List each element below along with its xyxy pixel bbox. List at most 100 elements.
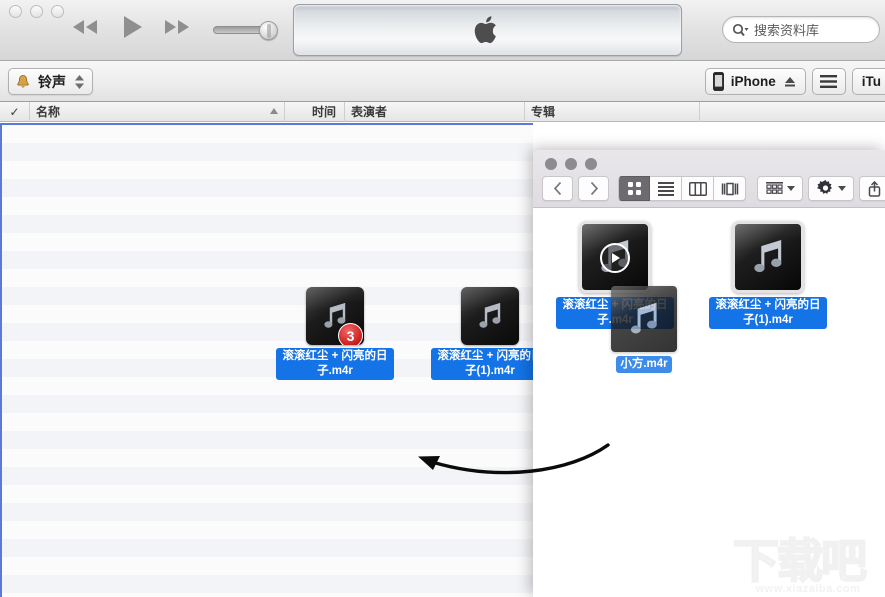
chevron-left-icon [553,181,563,196]
music-file-icon [611,286,677,352]
itunes-titlebar: 搜索资料库 [0,0,885,61]
volume-slider[interactable] [213,22,285,38]
track-list-row[interactable] [2,539,533,557]
finder-titlebar [533,150,885,208]
track-list-row[interactable] [2,179,533,197]
device-button-iphone[interactable]: iPhone [705,68,806,95]
track-list-row[interactable] [2,413,533,431]
back-button[interactable] [542,176,573,201]
music-file-icon [461,287,519,345]
column-header-time[interactable]: 时间 [285,102,345,122]
columns-icon [689,182,707,196]
track-list-row[interactable] [2,125,533,143]
share-icon [867,181,882,197]
apple-logo-icon [474,13,502,47]
drag-ghost-label-1: 滚滚红尘 + 闪亮的日子.m4r [276,348,394,380]
music-file-icon: 3 [306,287,364,345]
eject-icon[interactable] [783,75,797,88]
column-header-name-label: 名称 [36,103,60,120]
track-list-row[interactable] [2,161,533,179]
rewind-icon[interactable] [70,17,100,37]
grid-icon [627,181,642,196]
track-list-row[interactable] [2,593,533,597]
gear-icon [817,180,834,197]
finder-traffic-lights [545,158,597,170]
arrange-grid-icon [766,182,783,195]
icon-view-button[interactable] [618,176,650,201]
sort-ascending-icon [270,108,278,114]
drag-count-badge: 3 [338,323,363,345]
track-column-headers: ✓ 名称 时间 表演者 专辑 [0,102,885,122]
track-list-row[interactable] [2,467,533,485]
coverflow-icon [721,182,739,196]
itunes-store-label: iTu [862,74,881,89]
finder-drag-ghost: 小方.m4r [584,286,704,373]
track-list-row[interactable] [2,485,533,503]
source-selector-button[interactable]: 铃声 [8,68,93,95]
share-button[interactable] [859,176,885,201]
hamburger-icon [820,75,837,88]
view-mode-segmented-control [618,176,746,201]
chevron-right-icon [589,181,599,196]
minimize-button[interactable] [30,5,43,18]
transport-controls [70,12,192,42]
track-list-row[interactable] [2,197,533,215]
track-list-row[interactable] [2,431,533,449]
track-list-row[interactable] [2,449,533,467]
close-button[interactable] [9,5,22,18]
device-label: iPhone [731,74,776,89]
search-input[interactable]: 搜索资料库 [722,16,880,43]
itunes-store-button[interactable]: iTu [852,68,885,95]
coverflow-view-button[interactable] [714,176,746,201]
column-header-check[interactable]: ✓ [0,102,30,122]
finder-window: 滚滚红尘 + 闪亮的日子.m4r 滚滚红尘 + 闪亮的日子(1).m4r [533,150,885,597]
finder-file-area[interactable]: 滚滚红尘 + 闪亮的日子.m4r 滚滚红尘 + 闪亮的日子(1).m4r [533,208,885,597]
itunes-traffic-lights [9,5,64,18]
play-icon[interactable] [116,12,146,42]
list-view-button[interactable] [650,176,682,201]
track-list-row[interactable] [2,143,533,161]
finder-file-item-2[interactable]: 滚滚红尘 + 闪亮的日子(1).m4r [708,221,828,329]
track-list-row[interactable] [2,215,533,233]
search-icon [732,23,749,37]
column-header-artist[interactable]: 表演者 [345,102,525,122]
list-view-button[interactable] [812,68,846,95]
drag-ghost-item-1: 3 滚滚红尘 + 闪亮的日子.m4r [275,287,395,380]
itunes-display-panel [293,4,682,56]
volume-knob[interactable] [259,21,278,40]
drag-ghost-item-2: 滚滚红尘 + 闪亮的日子(1).m4r [430,287,550,380]
column-header-name[interactable]: 名称 [30,102,285,122]
track-list-row[interactable] [2,557,533,575]
forward-button[interactable] [578,176,609,201]
finder-file-label-2: 滚滚红尘 + 闪亮的日子(1).m4r [709,297,827,329]
fast-forward-icon[interactable] [162,17,192,37]
track-list-row[interactable] [2,269,533,287]
column-header-album[interactable]: 专辑 [525,102,700,122]
arrange-button[interactable] [757,176,803,201]
music-file-icon [732,221,804,293]
search-placeholder: 搜索资料库 [754,20,819,39]
finder-close-button[interactable] [545,158,557,170]
music-file-icon [579,221,651,293]
column-view-button[interactable] [682,176,714,201]
track-list-row[interactable] [2,521,533,539]
bell-icon [15,74,31,90]
source-label: 铃声 [38,72,66,92]
track-list-row[interactable] [2,503,533,521]
chevron-down-icon [787,186,795,191]
finder-minimize-button[interactable] [565,158,577,170]
track-list-row[interactable] [2,575,533,593]
track-list-row[interactable] [2,233,533,251]
play-preview-icon[interactable] [600,243,630,273]
finder-drag-ghost-label: 小方.m4r [616,356,671,373]
column-header-filler [700,102,885,122]
action-button[interactable] [808,176,854,201]
finder-toolbar [542,176,885,201]
track-list-row[interactable] [2,251,533,269]
track-list-row[interactable] [2,395,533,413]
zoom-button[interactable] [51,5,64,18]
stepper-icon[interactable] [75,75,84,89]
lines-icon [658,182,674,196]
chevron-down-icon [838,186,846,191]
finder-zoom-button[interactable] [585,158,597,170]
